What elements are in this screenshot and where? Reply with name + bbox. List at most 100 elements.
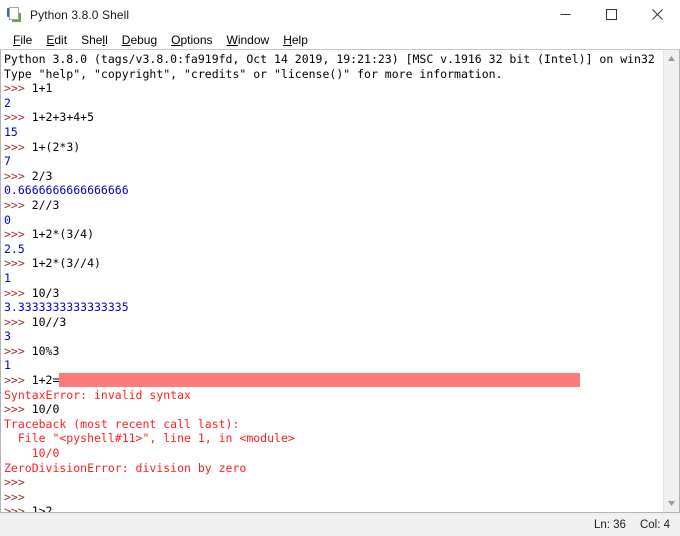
title-bar[interactable]: Python 3.8.0 Shell: [0, 0, 680, 30]
shell-prompt: >>>: [4, 314, 32, 329]
console-line: >>> 1+1: [2, 81, 663, 96]
console-line: 10/0: [2, 446, 663, 461]
output-text: 7: [4, 154, 11, 169]
input-text: 10/0: [31, 402, 60, 417]
input-text: 10%3: [31, 343, 60, 358]
shell-prompt: >>>: [4, 475, 32, 490]
console-area: Python 3.8.0 (tags/v3.8.0:fa919fd, Oct 1…: [0, 50, 680, 512]
console-line: 15: [2, 125, 663, 140]
console-line: SyntaxError: invalid syntax: [2, 388, 663, 403]
error-text: File "<pyshell#11>", line 1, in <module>: [4, 431, 295, 446]
console-line: >>> 2//3: [2, 198, 663, 213]
menu-item-edit[interactable]: Edit: [39, 31, 74, 49]
console-line: File "<pyshell#11>", line 1, in <module>: [2, 431, 663, 446]
console-line: 0: [2, 213, 663, 228]
shell-output[interactable]: Python 3.8.0 (tags/v3.8.0:fa919fd, Oct 1…: [1, 50, 663, 512]
window-controls: [542, 0, 680, 29]
shell-prompt: >>>: [4, 343, 32, 358]
console-line: >>> 1+2=: [2, 373, 663, 388]
input-text: 1+2+3+4+5: [31, 110, 95, 125]
banner-text: Type "help", "copyright", "credits" or "…: [4, 66, 503, 81]
menu-item-debug[interactable]: Debug: [115, 31, 164, 49]
console-line: >>> 10/0: [2, 402, 663, 417]
idle-shell-window: Python 3.8.0 Shell File Edit Shell Debug…: [0, 0, 680, 536]
console-line: >>> 1+(2*3): [2, 140, 663, 155]
menu-item-file[interactable]: File: [6, 31, 39, 49]
banner-text: Python 3.8.0 (tags/v3.8.0:fa919fd, Oct 1…: [4, 52, 655, 66]
shell-prompt: >>>: [4, 285, 32, 300]
console-line: 3.3333333333333335: [2, 300, 663, 315]
python-idle-icon: [7, 6, 23, 23]
input-text: 10/3: [31, 285, 60, 300]
input-text: 1+2=: [31, 373, 60, 388]
status-bar: Ln: 36 Col: 4: [0, 512, 680, 536]
input-text: 1+1: [31, 81, 53, 96]
console-line: >>> 1>2: [2, 504, 663, 512]
console-line: 3: [2, 329, 663, 344]
console-line: >>> 10//3: [2, 315, 663, 330]
scroll-down-arrow[interactable]: [664, 495, 679, 512]
console-line: >>>: [2, 490, 663, 505]
console-line: 1: [2, 358, 663, 373]
shell-prompt: >>>: [4, 110, 32, 125]
output-text: 1: [4, 270, 11, 285]
shell-prompt: >>>: [4, 504, 32, 512]
close-button[interactable]: [634, 0, 680, 29]
error-text: SyntaxError: invalid syntax: [4, 387, 191, 402]
shell-prompt: >>>: [4, 489, 32, 504]
output-text: 15: [4, 124, 18, 139]
menu-item-help[interactable]: Help: [276, 31, 315, 49]
shell-prompt: >>>: [4, 256, 32, 271]
input-text: 1>2: [31, 504, 53, 512]
shell-prompt: >>>: [4, 139, 32, 154]
output-text: 3.3333333333333335: [4, 300, 129, 315]
error-text: 10/0: [4, 446, 60, 461]
error-text: ZeroDivisionError: division by zero: [4, 460, 247, 475]
shell-prompt: >>>: [4, 197, 32, 212]
console-line: Python 3.8.0 (tags/v3.8.0:fa919fd, Oct 1…: [2, 52, 663, 67]
scroll-up-arrow[interactable]: [664, 50, 679, 67]
syntax-error-highlight: [59, 373, 581, 388]
console-line: >>> 1+2*(3/4): [2, 227, 663, 242]
output-text: 1: [4, 358, 11, 373]
shell-prompt: >>>: [4, 402, 32, 417]
vertical-scrollbar[interactable]: [663, 50, 680, 512]
input-text: 1+2*(3//4): [31, 256, 101, 271]
output-text: 2.5: [4, 241, 25, 256]
input-text: 1+(2*3): [31, 139, 81, 154]
console-line: 0.6666666666666666: [2, 183, 663, 198]
menu-item-shell[interactable]: Shell: [74, 31, 115, 49]
console-line: >>>: [2, 475, 663, 490]
output-text: 3: [4, 329, 11, 344]
output-text: 0: [4, 212, 11, 227]
menu-item-options[interactable]: Options: [164, 31, 219, 49]
console-line: 7: [2, 154, 663, 169]
status-column-number: Col: 4: [639, 518, 670, 531]
console-line: >>> 2/3: [2, 169, 663, 184]
console-line: >>> 10/3: [2, 286, 663, 301]
console-line: 2: [2, 96, 663, 111]
menu-item-window[interactable]: Window: [220, 31, 277, 49]
console-line: >>> 1+2*(3//4): [2, 256, 663, 271]
output-text: 0.6666666666666666: [4, 183, 129, 198]
shell-prompt: >>>: [4, 373, 32, 388]
console-line: 2.5: [2, 242, 663, 257]
shell-prompt: >>>: [4, 227, 32, 242]
console-line: Traceback (most recent call last):: [2, 417, 663, 432]
status-line-number: Ln: 36: [593, 518, 626, 531]
maximize-button[interactable]: [588, 0, 634, 29]
shell-prompt: >>>: [4, 81, 32, 96]
output-text: 2: [4, 95, 11, 110]
console-line: >>> 1+2+3+4+5: [2, 110, 663, 125]
minimize-button[interactable]: [542, 0, 588, 29]
console-line: ZeroDivisionError: division by zero: [2, 461, 663, 476]
input-text: 2/3: [31, 168, 53, 183]
console-line: Type "help", "copyright", "credits" or "…: [2, 67, 663, 82]
window-title: Python 3.8.0 Shell: [30, 7, 130, 22]
input-text: 2//3: [31, 197, 60, 212]
shell-prompt: >>>: [4, 168, 32, 183]
console-line: >>> 10%3: [2, 344, 663, 359]
input-text: 1+2*(3/4): [31, 227, 95, 242]
error-text: Traceback (most recent call last):: [4, 416, 240, 431]
scrollbar-track[interactable]: [664, 67, 679, 495]
